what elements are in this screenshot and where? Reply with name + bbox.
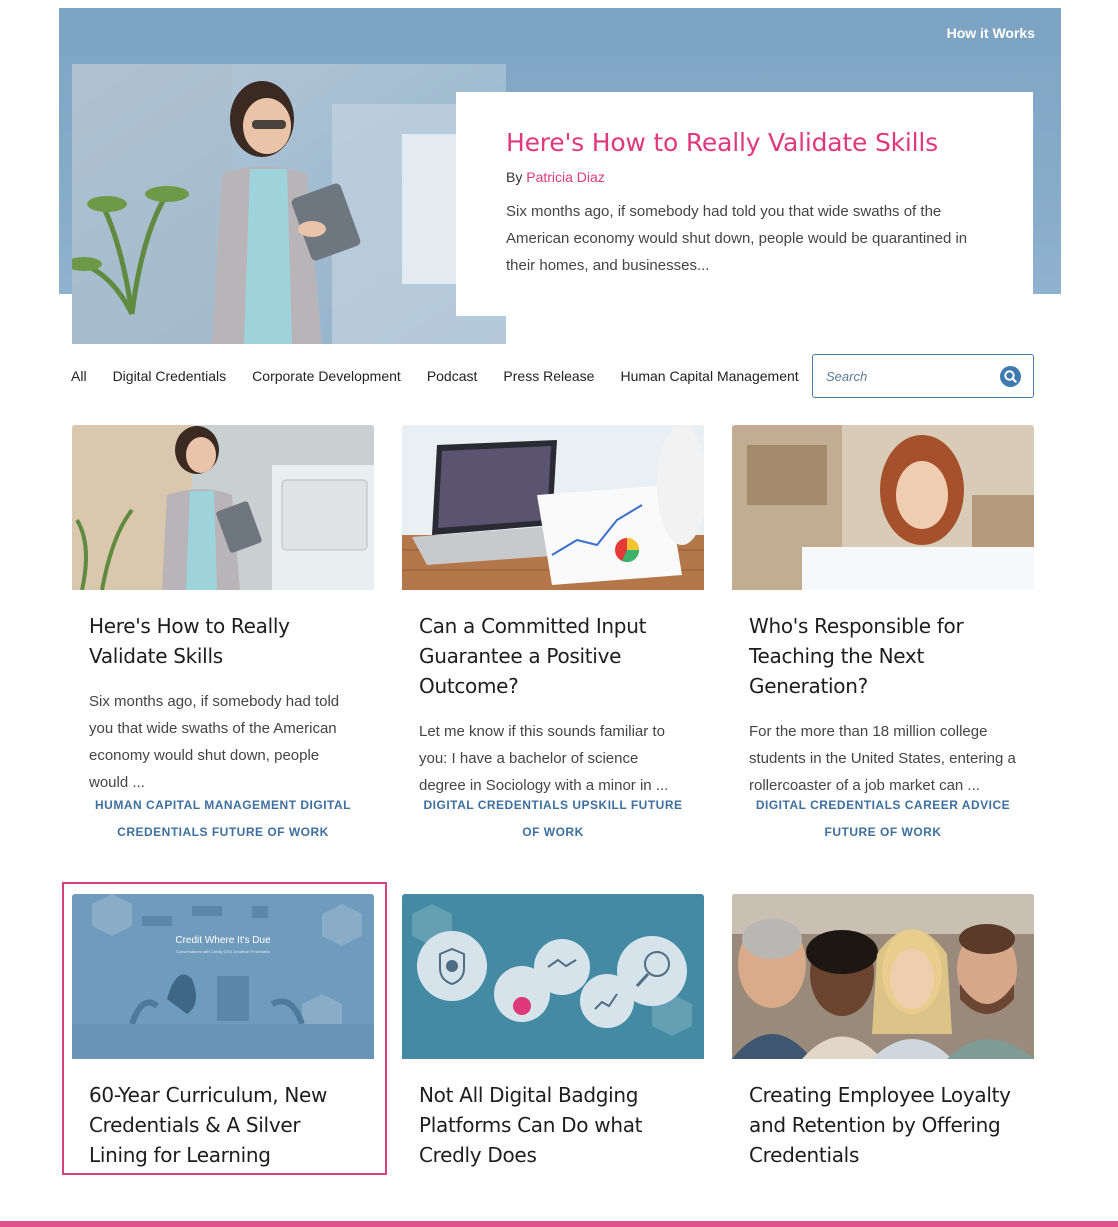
post-card[interactable]: Not All Digital Badging Platforms Can Do…	[402, 894, 704, 1174]
how-it-works-link[interactable]: How it Works	[947, 25, 1035, 41]
cover-subtitle: Conversations with Credly CEO Jonathan F…	[176, 949, 270, 954]
laptop-charts-image	[402, 425, 704, 590]
post-tags[interactable]: DIGITAL CREDENTIALS CAREER ADVICE FUTURE…	[749, 792, 1017, 846]
badging-icons-image	[402, 894, 704, 1059]
woman-at-computer-image	[732, 425, 1034, 590]
post-excerpt: Let me know if this sounds familiar to y…	[419, 723, 669, 794]
featured-post-byline: By Patricia Diaz	[506, 169, 605, 185]
filter-digital-credentials[interactable]: Digital Credentials	[113, 368, 227, 384]
post-excerpt: For the more than 18 million college stu…	[749, 723, 1016, 794]
post-thumbnail[interactable]	[732, 425, 1034, 590]
post-card-selected[interactable]: Credit Where It's Due Conversations with…	[62, 882, 387, 1175]
post-tags[interactable]: HUMAN CAPITAL MANAGEMENT DIGITAL CREDENT…	[89, 792, 357, 846]
filter-podcast[interactable]: Podcast	[427, 368, 478, 384]
smiling-team-image	[732, 894, 1034, 1059]
post-card[interactable]: Can a Committed Input Guarantee a Positi…	[402, 425, 704, 845]
featured-post-title[interactable]: Here's How to Really Validate Skills	[506, 128, 938, 157]
post-thumbnail[interactable]	[402, 894, 704, 1059]
post-title[interactable]: Creating Employee Loyalty and Retention …	[749, 1080, 1019, 1170]
post-excerpt: Six months ago, if somebody had told you…	[89, 693, 340, 791]
post-thumbnail[interactable]	[732, 894, 1034, 1059]
search-icon	[1004, 370, 1017, 383]
post-tags[interactable]: DIGITAL CREDENTIALS UPSKILL FUTURE OF WO…	[419, 792, 687, 846]
filter-press-release[interactable]: Press Release	[503, 368, 594, 384]
featured-post-excerpt: Six months ago, if somebody had told you…	[506, 203, 968, 274]
post-thumbnail[interactable]	[72, 425, 374, 590]
post-card[interactable]: Here's How to Really Validate Skills Six…	[72, 425, 374, 845]
post-card[interactable]: Who's Responsible for Teaching the Next …	[732, 425, 1034, 845]
category-filter-bar: All Digital Credentials Corporate Develo…	[71, 368, 825, 384]
featured-post-card[interactable]: Here's How to Really Validate Skills By …	[456, 92, 1033, 316]
post-card[interactable]: Creating Employee Loyalty and Retention …	[732, 894, 1034, 1174]
footer-divider	[0, 1221, 1118, 1227]
top-nav-bar	[59, 8, 1061, 56]
search-input[interactable]	[826, 366, 991, 386]
woman-with-tablet-illustration	[72, 64, 506, 344]
post-title[interactable]: Not All Digital Badging Platforms Can Do…	[419, 1080, 689, 1170]
filter-human-capital-management[interactable]: Human Capital Management	[620, 368, 798, 384]
filter-corporate-development[interactable]: Corporate Development	[252, 368, 401, 384]
search-button[interactable]	[1000, 366, 1021, 387]
post-title[interactable]: Who's Responsible for Teaching the Next …	[749, 611, 1019, 701]
post-title[interactable]: Can a Committed Input Guarantee a Positi…	[419, 611, 689, 701]
post-thumbnail[interactable]: Credit Where It's Due Conversations with…	[72, 894, 374, 1059]
post-title[interactable]: Here's How to Really Validate Skills	[89, 611, 359, 671]
podcast-cover-image: Credit Where It's Due Conversations with…	[72, 894, 374, 1059]
filter-all[interactable]: All	[71, 368, 87, 384]
cover-title: Credit Where It's Due	[175, 935, 271, 946]
woman-with-tablet-image	[72, 425, 374, 590]
post-thumbnail[interactable]	[402, 425, 704, 590]
author-link[interactable]: Patricia Diaz	[526, 169, 605, 185]
search-box	[812, 354, 1034, 398]
byline-label: By	[506, 169, 523, 185]
hero-image[interactable]	[72, 64, 506, 344]
post-title[interactable]: 60-Year Curriculum, New Credentials & A …	[89, 1080, 359, 1170]
